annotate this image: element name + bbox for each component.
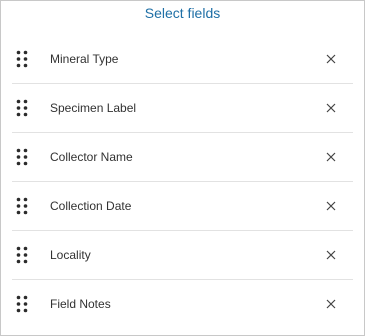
remove-field-button[interactable]: [323, 149, 339, 165]
select-fields-link[interactable]: Select fields: [1, 4, 364, 22]
close-icon: [326, 54, 336, 64]
close-icon: [326, 250, 336, 260]
field-label: Specimen Label: [50, 101, 137, 115]
drag-handle-icon[interactable]: [16, 295, 28, 313]
field-list: Mineral Type Specimen Label Collector Na…: [1, 35, 364, 328]
remove-field-button[interactable]: [323, 198, 339, 214]
drag-handle-icon[interactable]: [16, 50, 28, 68]
close-icon: [326, 152, 336, 162]
drag-handle-icon[interactable]: [16, 197, 28, 215]
field-label: Collector Name: [50, 150, 133, 164]
select-fields-panel: Select fields Mineral Type Specimen Labe…: [0, 0, 365, 336]
field-row-mineral-type: Mineral Type: [12, 35, 353, 84]
field-row-specimen-label: Specimen Label: [12, 84, 353, 133]
close-icon: [326, 201, 336, 211]
field-label: Locality: [50, 248, 91, 262]
remove-field-button[interactable]: [323, 100, 339, 116]
field-row-collector-name: Collector Name: [12, 133, 353, 182]
remove-field-button[interactable]: [323, 296, 339, 312]
drag-handle-icon[interactable]: [16, 148, 28, 166]
close-icon: [326, 103, 336, 113]
field-row-locality: Locality: [12, 231, 353, 280]
field-label: Field Notes: [50, 297, 111, 311]
field-row-collection-date: Collection Date: [12, 182, 353, 231]
field-label: Collection Date: [50, 199, 132, 213]
field-row-field-notes: Field Notes: [12, 280, 353, 328]
remove-field-button[interactable]: [323, 247, 339, 263]
close-icon: [326, 299, 336, 309]
drag-handle-icon[interactable]: [16, 246, 28, 264]
field-label: Mineral Type: [50, 52, 119, 66]
drag-handle-icon[interactable]: [16, 99, 28, 117]
remove-field-button[interactable]: [323, 51, 339, 67]
